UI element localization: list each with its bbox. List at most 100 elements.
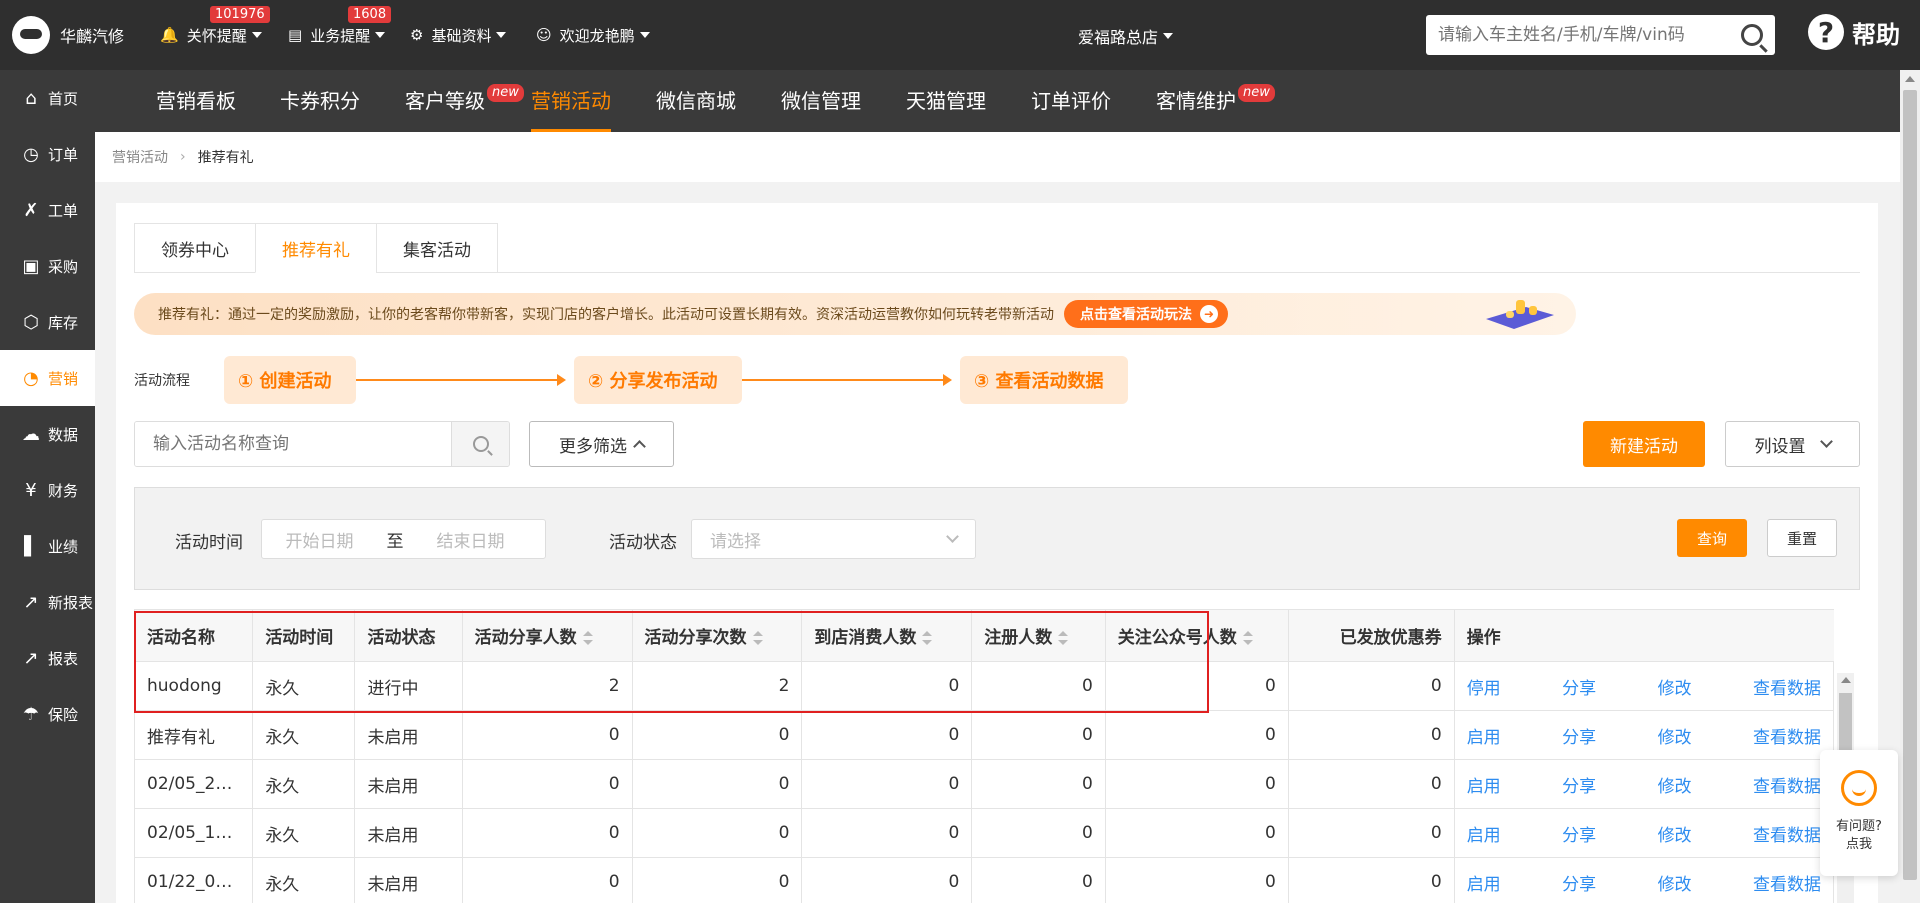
edit-link[interactable]: 修改 — [1658, 674, 1692, 699]
view-data-link[interactable]: 查看数据 — [1753, 870, 1821, 895]
share-link[interactable]: 分享 — [1562, 674, 1596, 699]
column-header-share-people[interactable]: 活动分享人数 — [461, 609, 633, 662]
row-actions: 启用 分享 修改 查看数据 — [1467, 870, 1821, 895]
page-scrollbar[interactable] — [1900, 70, 1920, 903]
sidebar-item-orders[interactable]: ◷ 订单 — [0, 126, 95, 182]
main-panel: 领券中心 推荐有礼 集客活动 推荐有礼：通过一定的奖励激励，让你的老客帮你带新客… — [116, 203, 1878, 903]
business-reminder-menu[interactable]: ▤ 业务提醒 1608 — [288, 6, 392, 48]
sidebar-item-home[interactable]: ⌂ 首页 — [0, 70, 95, 126]
activity-search-input[interactable] — [135, 422, 451, 466]
start-date-field[interactable]: 开始日期 — [262, 527, 377, 552]
share-link[interactable]: 分享 — [1562, 772, 1596, 797]
cell-time: 永久 — [252, 661, 356, 711]
more-filters-button[interactable]: 更多筛选 — [529, 421, 674, 467]
column-header-registrations[interactable]: 注册人数 — [971, 609, 1106, 662]
banner-text: 推荐有礼：通过一定的奖励激励，让你的老客帮你带新客，实现门店的客户增长。此活动可… — [158, 307, 1054, 323]
column-header-share-count[interactable]: 活动分享次数 — [631, 609, 803, 662]
care-reminder-badge: 101976 — [210, 6, 270, 23]
toggle-link[interactable]: 启用 — [1467, 821, 1501, 846]
brand[interactable]: 华麟汽修 — [12, 16, 124, 54]
activity-search-button[interactable] — [451, 422, 509, 466]
query-button[interactable]: 查询 — [1677, 519, 1747, 557]
date-range-picker[interactable]: 开始日期 至 结束日期 — [261, 519, 546, 559]
sort-icon[interactable] — [582, 631, 593, 645]
tab-tmall-management[interactable]: 天猫管理 — [906, 70, 986, 132]
care-reminder-menu[interactable]: 🔔 关怀提醒 101976 — [160, 6, 270, 48]
tab-customer-level[interactable]: 客户等级 new — [405, 70, 524, 132]
edit-link[interactable]: 修改 — [1658, 723, 1692, 748]
share-link[interactable]: 分享 — [1562, 723, 1596, 748]
cell-follow: 0 — [1104, 759, 1289, 809]
end-date-field[interactable]: 结束日期 — [413, 527, 528, 552]
sidebar-item-insurance[interactable]: ☂ 保险 — [0, 686, 95, 742]
view-data-link[interactable]: 查看数据 — [1753, 674, 1821, 699]
view-data-link[interactable]: 查看数据 — [1753, 723, 1821, 748]
scroll-up-icon[interactable] — [1841, 677, 1851, 683]
toggle-link[interactable]: 启用 — [1467, 870, 1501, 895]
sidebar-item-reports[interactable]: ↗ 报表 — [0, 630, 95, 686]
toggle-link[interactable]: 启用 — [1467, 723, 1501, 748]
tab-wechat-mall[interactable]: 微信商城 — [656, 70, 736, 132]
view-guide-button[interactable]: 点击查看活动玩法 ➜ — [1064, 300, 1228, 328]
sidebar-item-label: 新报表 — [48, 593, 94, 612]
scroll-up-icon[interactable] — [1905, 76, 1915, 82]
row-actions: 启用 分享 修改 查看数据 — [1467, 723, 1821, 748]
search-row: 更多筛选 新建活动 列设置 — [134, 421, 1860, 467]
help-button[interactable]: ? 帮助 — [1808, 14, 1900, 50]
sort-icon[interactable] — [922, 631, 933, 645]
sort-icon[interactable] — [1242, 631, 1253, 645]
share-link[interactable]: 分享 — [1562, 870, 1596, 895]
sidebar-item-finance[interactable]: ¥ 财务 — [0, 462, 95, 518]
help-widget[interactable]: 有问题? 点我 — [1820, 750, 1898, 876]
tab-customer-care[interactable]: 客情维护 new — [1156, 70, 1275, 132]
tab-marketing-activities[interactable]: 营销活动 — [531, 70, 611, 132]
search-icon[interactable] — [1741, 24, 1763, 46]
sidebar-item-new-reports[interactable]: ↗ 新报表 — [0, 574, 95, 630]
date-range-separator: 至 — [386, 531, 404, 552]
sidebar-item-purchase[interactable]: ▣ 采购 — [0, 238, 95, 294]
edit-link[interactable]: 修改 — [1658, 821, 1692, 846]
chevron-down-icon — [375, 32, 386, 38]
tab-cards-points[interactable]: 卡券积分 — [280, 70, 360, 132]
column-settings-button[interactable]: 列设置 — [1725, 421, 1860, 467]
tab-group-activity[interactable]: 集客活动 — [376, 223, 498, 273]
scrollbar-thumb[interactable] — [1903, 90, 1917, 880]
sidebar-item-marketing[interactable]: ◔ 营销 — [0, 350, 95, 406]
tab-wechat-management[interactable]: 微信管理 — [781, 70, 861, 132]
share-link[interactable]: 分享 — [1562, 821, 1596, 846]
edit-link[interactable]: 修改 — [1658, 870, 1692, 895]
chevron-down-icon — [496, 32, 507, 38]
tab-order-reviews[interactable]: 订单评价 — [1031, 70, 1111, 132]
basic-data-menu[interactable]: ⚙ 基础资料 — [410, 22, 507, 48]
column-header-followers[interactable]: 关注公众号人数 — [1104, 609, 1289, 662]
sidebar-item-label: 数据 — [48, 425, 79, 444]
sidebar-item-data[interactable]: ☁ 数据 — [0, 406, 95, 462]
new-activity-button[interactable]: 新建活动 — [1583, 421, 1705, 467]
toggle-link[interactable]: 启用 — [1467, 772, 1501, 797]
activity-status-select[interactable]: 请选择 — [691, 519, 976, 559]
tab-referral[interactable]: 推荐有礼 — [255, 223, 377, 273]
sort-icon[interactable] — [1058, 631, 1069, 645]
user-menu[interactable]: ☺ 欢迎龙艳鹏 — [536, 22, 650, 48]
query-label: 查询 — [1696, 529, 1727, 548]
cell-share-count: 0 — [631, 710, 803, 760]
view-data-link[interactable]: 查看数据 — [1753, 772, 1821, 797]
column-header-store-visits[interactable]: 到店消费人数 — [801, 609, 973, 662]
sort-icon[interactable] — [752, 631, 763, 645]
reset-button[interactable]: 重置 — [1767, 519, 1837, 557]
breadcrumb-parent[interactable]: 营销活动 — [112, 147, 168, 167]
tab-marketing-dashboard[interactable]: 营销看板 — [156, 70, 236, 132]
edit-link[interactable]: 修改 — [1658, 772, 1692, 797]
global-search-input[interactable] — [1438, 25, 1741, 45]
cell-time: 永久 — [252, 808, 356, 858]
cell-follow: 0 — [1104, 661, 1289, 711]
sidebar-item-performance[interactable]: ▌ 业绩 — [0, 518, 95, 574]
sidebar-item-inventory[interactable]: ⬡ 库存 — [0, 294, 95, 350]
cell-status: 未启用 — [354, 857, 463, 903]
toggle-link[interactable]: 停用 — [1467, 674, 1501, 699]
view-data-link[interactable]: 查看数据 — [1753, 821, 1821, 846]
tab-coupon-center[interactable]: 领券中心 — [134, 223, 256, 273]
sidebar-item-workorders[interactable]: ✗ 工单 — [0, 182, 95, 238]
store-selector[interactable]: 爱福路总店 — [1078, 24, 1174, 48]
cell-share-count: 0 — [631, 759, 803, 809]
